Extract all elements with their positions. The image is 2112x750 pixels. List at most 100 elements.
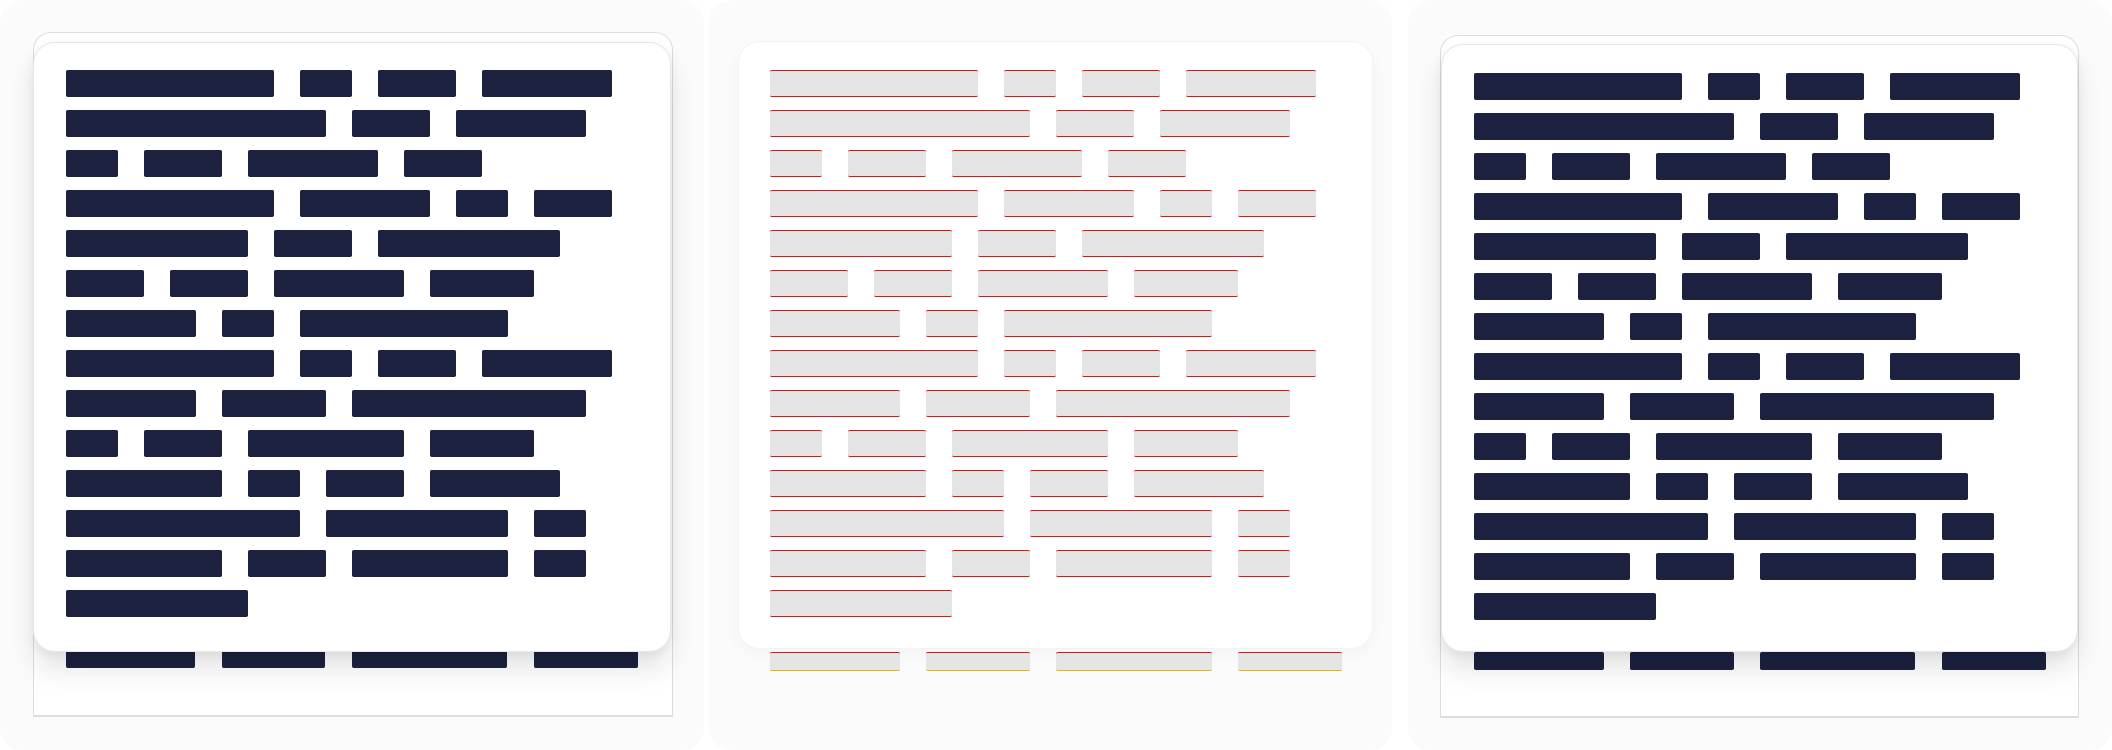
right-overflow-block [1630,652,1734,670]
right-text-block [1786,73,1864,100]
middle-text-block [926,390,1030,417]
middle-overflow-block [926,652,1030,671]
right-text-block [1890,73,2020,100]
left-text-block [66,110,326,137]
left-overflow-tail [611,658,637,668]
right-text-block [1630,393,1734,420]
right-text-block [1786,353,1864,380]
middle-text-block [770,270,848,297]
middle-text-block [770,230,952,257]
right-text-block [1474,73,1682,100]
middle-text-block [952,470,1004,497]
left-text-block [352,550,508,577]
middle-text-block [1056,110,1134,137]
right-text-block [1942,513,1994,540]
right-text-block [1578,273,1656,300]
left-text-block [430,470,560,497]
left-text-block [66,430,118,457]
right-text-block [1838,473,1968,500]
left-text-block [248,470,300,497]
left-text-block [66,350,274,377]
left-text-block [66,590,248,617]
right-text-block [1552,433,1630,460]
left-text-block [456,190,508,217]
right-text-block [1734,473,1812,500]
right-text-block [1474,313,1604,340]
left-text-block [66,390,196,417]
right-stack-bottom-line [1440,717,2079,718]
right-text-block [1812,153,1890,180]
right-text-block [1474,113,1734,140]
left-text-block [352,110,430,137]
right-text-block [1656,433,1812,460]
right-text-block [1786,233,1968,260]
left-text-block [170,270,248,297]
left-text-block [300,190,430,217]
middle-text-block [1004,310,1212,337]
left-text-block [300,310,508,337]
middle-text-block [1134,270,1238,297]
left-text-block [66,470,222,497]
left-text-block [352,390,586,417]
right-text-block [1734,513,1916,540]
right-text-block [1942,553,1994,580]
middle-text-block [770,110,1030,137]
left-text-block [248,550,326,577]
middle-text-block [1004,70,1056,97]
middle-overflow-block [1056,652,1212,671]
middle-text-block [1082,230,1264,257]
middle-text-block [978,230,1056,257]
right-text-block [1474,393,1604,420]
right-text-block [1474,153,1526,180]
right-text-block [1708,193,1838,220]
right-text-block [1864,193,1916,220]
middle-text-block [848,430,926,457]
middle-text-block [848,150,926,177]
left-overflow-block [222,650,325,668]
middle-text-block [1186,350,1316,377]
left-text-block [534,190,612,217]
left-text-block [222,310,274,337]
middle-text-block [978,270,1108,297]
middle-text-block [1030,510,1212,537]
left-text-block [300,350,352,377]
right-text-block [1682,273,1812,300]
middle-text-block [1004,190,1134,217]
right-text-block [1656,473,1708,500]
middle-text-block [1004,350,1056,377]
middle-text-block [874,270,952,297]
middle-text-block [1082,350,1160,377]
left-text-block [66,270,144,297]
right-text-block [1474,593,1656,620]
left-text-block [66,150,118,177]
middle-text-block [1082,70,1160,97]
middle-text-block [1030,470,1108,497]
middle-text-block [1134,470,1264,497]
left-text-block [326,510,508,537]
left-text-block [274,230,352,257]
right-text-block [1708,353,1760,380]
left-text-block [404,150,482,177]
left-text-block [66,190,274,217]
middle-text-block [770,190,978,217]
middle-text-block [1056,390,1290,417]
middle-text-block [770,590,952,617]
right-text-block [1838,433,1942,460]
left-text-block [430,430,534,457]
right-text-block [1474,353,1682,380]
left-text-block [378,70,456,97]
left-text-block [144,150,222,177]
right-text-block [1656,553,1734,580]
middle-text-block [1238,510,1290,537]
middle-text-block [770,310,900,337]
middle-text-block [770,470,926,497]
middle-text-block [1160,110,1290,137]
left-text-block [222,390,326,417]
right-text-block [1552,153,1630,180]
right-text-block [1656,153,1786,180]
right-text-block [1890,353,2020,380]
middle-text-block [952,150,1082,177]
left-text-block [66,310,196,337]
right-text-block [1760,113,1838,140]
left-text-block [378,350,456,377]
